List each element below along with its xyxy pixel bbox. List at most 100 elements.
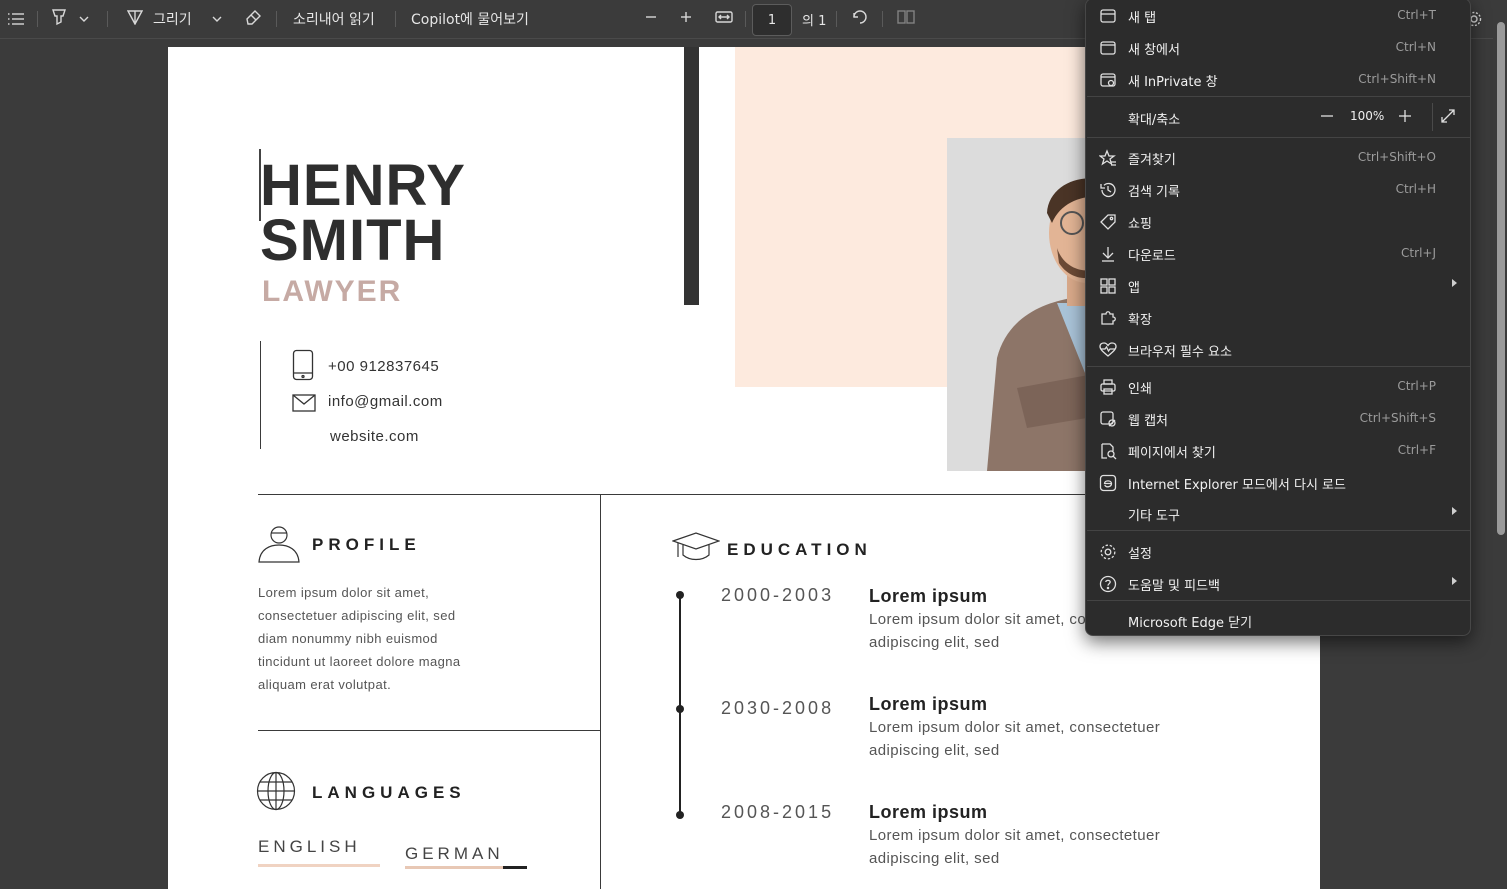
menu-item-browser-essentials[interactable]: 브라우저 필수 요소 (1086, 335, 1470, 365)
menu-item-shortcut: Ctrl+Shift+S (1359, 411, 1436, 425)
profile-line: diam nonummy nibh euismod (258, 631, 438, 646)
chevron-down-icon[interactable] (79, 0, 89, 38)
menu-item-apps[interactable]: 앱 (1086, 271, 1470, 301)
education-line: Lorem ipsum dolor sit amet, consectetuer (869, 719, 1161, 736)
contact-website: website.com (330, 428, 419, 445)
section-divider (258, 494, 1092, 495)
menu-item-print[interactable]: 인쇄 Ctrl+P (1086, 372, 1470, 402)
copilot-button[interactable]: Copilot에 물어보기 (411, 0, 529, 38)
profile-line: aliquam erat volutpat. (258, 677, 392, 692)
menu-separator (1087, 137, 1470, 138)
toolbar-divider (395, 11, 396, 27)
help-icon (1099, 575, 1117, 593)
profile-text: Lorem ipsum dolor sit amet, consectetuer… (258, 581, 461, 696)
menu-item-shopping[interactable]: 쇼핑 (1086, 207, 1470, 237)
browser-settings-menu: 새 탭 Ctrl+T 새 창에서 Ctrl+N 새 InPrivate 창 Ct… (1085, 0, 1471, 636)
draw-label: 그리기 (153, 12, 192, 28)
zoom-in-button[interactable] (680, 0, 692, 38)
menu-item-history[interactable]: 검색 기록 Ctrl+H (1086, 175, 1470, 205)
menu-separator (1087, 366, 1470, 367)
languages-title: LANGUAGES (312, 783, 466, 802)
menu-item-inprivate-window[interactable]: 새 InPrivate 창 Ctrl+Shift+N (1086, 65, 1470, 95)
find-icon (1099, 442, 1117, 460)
menu-item-shortcut: Ctrl+P (1397, 379, 1436, 393)
menu-separator (1087, 600, 1470, 601)
menu-item-extensions[interactable]: 확장 (1086, 303, 1470, 333)
chevron-down-icon[interactable] (212, 0, 222, 38)
education-years: 2030-2008 (721, 698, 835, 718)
education-entry-title: Lorem ipsum (869, 802, 988, 822)
rotate-button[interactable] (851, 0, 869, 38)
contact-divider (260, 341, 261, 449)
print-icon (1099, 378, 1117, 396)
menu-item-close-edge[interactable]: Microsoft Edge 닫기 (1086, 606, 1470, 636)
inprivate-icon (1099, 71, 1117, 89)
education-entry-text: Lorem ipsum dolor sit amet, consectetuer… (869, 716, 1160, 762)
menu-item-label: 쇼핑 (1128, 217, 1152, 232)
menu-item-favorites[interactable]: 즐겨찾기 Ctrl+Shift+O (1086, 143, 1470, 173)
read-aloud-button[interactable]: 소리내어 읽기 (293, 0, 375, 38)
fit-width-icon (715, 10, 733, 28)
language-german-bar (405, 866, 527, 869)
submenu-arrow-icon (1452, 279, 1457, 287)
contact-email: info@gmail.com (328, 393, 443, 410)
menu-item-new-window[interactable]: 새 창에서 Ctrl+N (1086, 33, 1470, 63)
eraser-button[interactable] (244, 0, 262, 38)
menu-item-label: 새 탭 (1128, 11, 1157, 26)
two-page-view-button[interactable] (897, 0, 915, 38)
menu-item-label: 설정 (1128, 547, 1152, 562)
toolbar-divider (745, 11, 746, 27)
minus-icon (645, 11, 657, 27)
section-divider (258, 730, 600, 731)
zoom-divider (1432, 103, 1433, 131)
page-number-input[interactable]: 1 (752, 4, 792, 36)
menu-item-more-tools[interactable]: 기타 도구 (1086, 499, 1470, 529)
profile-title: PROFILE (312, 535, 421, 554)
new-window-icon (1099, 39, 1117, 57)
read-aloud-label: 소리내어 읽기 (293, 12, 375, 28)
language-german-level (405, 866, 503, 869)
toolbar-divider (836, 11, 837, 27)
menu-item-new-tab[interactable]: 새 탭 Ctrl+T (1086, 1, 1470, 31)
zoom-in-button[interactable] (1396, 107, 1414, 129)
settings-icon (1099, 543, 1117, 561)
heart-pulse-icon (1099, 341, 1117, 359)
menu-item-label: 새 창에서 (1128, 43, 1180, 58)
menu-item-label: 페이지에서 찾기 (1128, 446, 1216, 461)
contents-icon[interactable] (7, 0, 25, 38)
menu-item-label: Internet Explorer 모드에서 다시 로드 (1128, 478, 1346, 493)
timeline-dot (676, 591, 684, 599)
timeline-dot (676, 705, 684, 713)
globe-icon (256, 771, 296, 815)
history-icon (1099, 181, 1117, 199)
draw-button[interactable]: 그리기 (126, 0, 192, 38)
menu-item-zoom: 확대/축소 100% (1086, 103, 1470, 133)
menu-item-settings[interactable]: 설정 (1086, 537, 1470, 567)
highlight-tool-button[interactable] (51, 0, 67, 38)
menu-item-downloads[interactable]: 다운로드 Ctrl+J (1086, 239, 1470, 269)
fullscreen-icon[interactable] (1439, 107, 1457, 129)
zoom-value: 100% (1350, 109, 1385, 123)
fit-to-width-button[interactable] (715, 0, 733, 38)
highlighter-icon (51, 8, 67, 30)
menu-item-find-on-page[interactable]: 페이지에서 찾기 Ctrl+F (1086, 436, 1470, 466)
menu-item-web-capture[interactable]: 웹 캡처 Ctrl+Shift+S (1086, 404, 1470, 434)
menu-item-ie-mode[interactable]: Internet Explorer 모드에서 다시 로드 (1086, 468, 1470, 498)
zoom-out-button[interactable] (645, 0, 657, 38)
menu-item-help-feedback[interactable]: 도움말 및 피드백 (1086, 569, 1470, 599)
submenu-arrow-icon (1452, 507, 1457, 515)
plus-icon (680, 11, 692, 27)
menu-item-label: 새 InPrivate 창 (1128, 75, 1218, 90)
menu-item-label: 즐겨찾기 (1128, 153, 1176, 168)
zoom-out-button[interactable] (1318, 107, 1336, 129)
menu-item-label: 검색 기록 (1128, 185, 1180, 200)
graduation-cap-icon (671, 531, 721, 567)
menu-item-shortcut: Ctrl+J (1401, 246, 1436, 260)
toolbar-divider (37, 11, 38, 27)
favorites-icon (1098, 149, 1117, 167)
person-icon (258, 521, 300, 567)
menu-item-shortcut: Ctrl+N (1395, 40, 1436, 54)
menu-item-label: 도움말 및 피드백 (1128, 579, 1220, 594)
scrollbar-thumb[interactable] (1497, 22, 1505, 535)
toolbar-divider (276, 11, 277, 27)
